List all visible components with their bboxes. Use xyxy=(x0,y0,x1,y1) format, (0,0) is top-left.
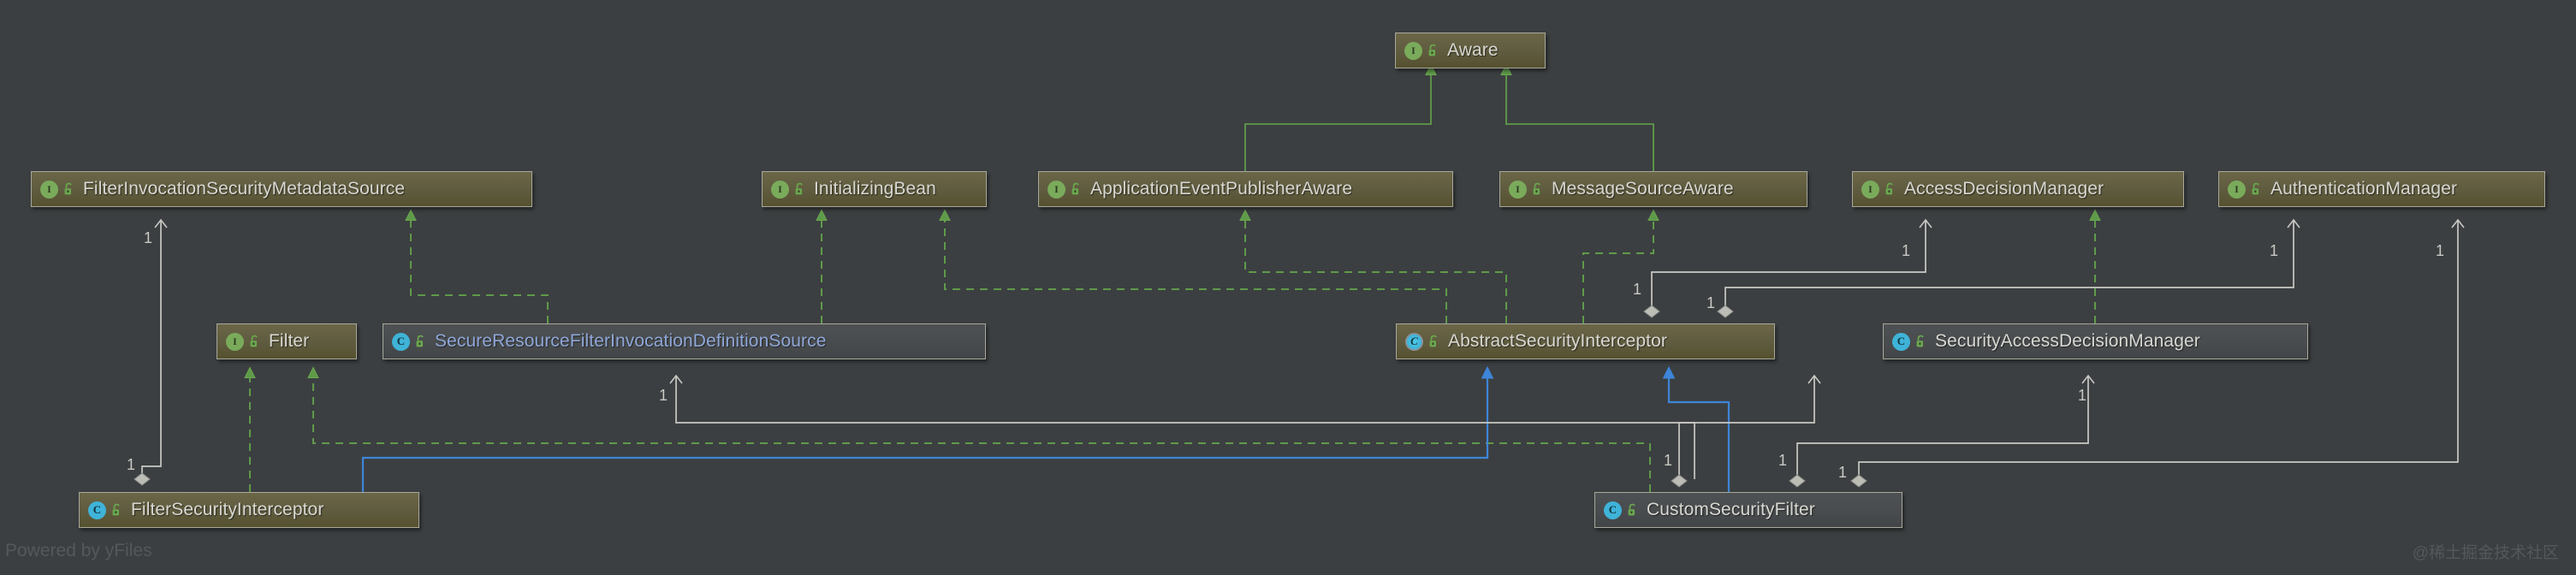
edge-fsi-agg-fism xyxy=(134,218,168,486)
source-watermark: @稀土掘金技术社区 xyxy=(2412,544,2559,562)
unlock-icon xyxy=(1428,44,1436,56)
class-node-aware[interactable]: I Aware xyxy=(1395,33,1546,68)
multiplicity-label: 1 xyxy=(1633,281,1642,298)
unlock-icon xyxy=(1533,182,1540,194)
edge-msa-to-aware xyxy=(1500,63,1654,171)
node-label: FilterInvocationSecurityMetadataSource xyxy=(83,179,406,199)
class-node-initializingbean[interactable]: I InitializingBean xyxy=(762,171,987,207)
unlock-icon xyxy=(1916,335,1924,347)
class-badge-icon: C xyxy=(88,501,106,519)
class-node-filterinvocationsecuritymetadatasource[interactable]: I FilterInvocationSecurityMetadataSource xyxy=(31,171,532,207)
edge-csf-extends-asi xyxy=(1662,365,1730,492)
node-label: Aware xyxy=(1447,40,1499,60)
edge-csf-to-filter xyxy=(307,366,1651,492)
interface-badge-icon: I xyxy=(226,332,244,351)
interface-badge-icon: I xyxy=(771,180,789,199)
abstract-class-badge-icon: C xyxy=(1405,332,1423,351)
multiplicity-label: 1 xyxy=(127,456,136,473)
unlock-icon xyxy=(64,182,72,194)
class-badge-icon: C xyxy=(392,332,410,351)
class-node-filter[interactable]: I Filter xyxy=(217,323,357,359)
edge-asi-to-msa xyxy=(1582,209,1659,323)
edge-csf-agg-sadm xyxy=(1789,374,2095,488)
class-node-messagesourceaware[interactable]: I MessageSourceAware xyxy=(1499,171,1807,207)
interface-badge-icon: I xyxy=(40,180,58,199)
class-node-applicationeventpublisheraware[interactable]: I ApplicationEventPublisherAware xyxy=(1038,171,1453,207)
interface-badge-icon: I xyxy=(1048,180,1065,199)
node-label: ApplicationEventPublisherAware xyxy=(1090,179,1353,199)
node-label: InitializingBean xyxy=(814,179,936,199)
interface-badge-icon: I xyxy=(1861,180,1879,199)
node-label: FilterSecurityInterceptor xyxy=(131,500,324,519)
class-node-filtersecurityinterceptor[interactable]: C FilterSecurityInterceptor xyxy=(79,492,419,528)
class-badge-icon: C xyxy=(1892,332,1910,351)
multiplicity-label: 1 xyxy=(2270,242,2279,259)
edge-asi-agg-authm xyxy=(1717,218,2300,318)
class-node-securityaccessdecisionmanager[interactable]: C SecurityAccessDecisionManager xyxy=(1883,323,2308,359)
edge-asi-agg-adm xyxy=(1643,218,1932,318)
edge-fsi-extends-asi xyxy=(361,365,1494,492)
unlock-icon xyxy=(1071,182,1079,194)
multiplicity-label: 1 xyxy=(1778,452,1788,469)
multiplicity-label: 1 xyxy=(659,387,668,404)
edge-csf-agg-asi xyxy=(1671,374,1821,488)
node-label: Filter xyxy=(269,331,310,351)
edge-fsi-agg-srfids xyxy=(669,374,1695,479)
unlock-icon xyxy=(1429,335,1437,347)
multiplicity-label: 1 xyxy=(2078,387,2087,404)
multiplicity-label: 1 xyxy=(1902,242,1911,259)
unlock-icon xyxy=(250,335,258,347)
unlock-icon xyxy=(1885,182,1893,194)
edge-aepa-to-aware xyxy=(1244,63,1437,171)
node-label: MessageSourceAware xyxy=(1552,179,1734,199)
edge-layer xyxy=(134,63,2465,492)
uml-diagram-canvas: I Aware I FilterInvocationSecurityMetada… xyxy=(0,0,2576,575)
yfiles-watermark: Powered by yFiles xyxy=(5,541,152,560)
class-node-accessdecisionmanager[interactable]: I AccessDecisionManager xyxy=(1852,171,2184,207)
node-label: AccessDecisionManager xyxy=(1904,179,2104,199)
class-node-secureresourcefilterinvocationdefinitionsource[interactable]: C SecureResourceFilterInvocationDefiniti… xyxy=(383,323,986,359)
class-node-abstractsecurityinterceptor[interactable]: C AbstractSecurityInterceptor xyxy=(1396,323,1775,359)
node-label: AbstractSecurityInterceptor xyxy=(1448,331,1667,351)
node-label: AuthenticationManager xyxy=(2270,179,2458,199)
multiplicity-label: 1 xyxy=(2436,242,2445,259)
edge-srfids-to-fism xyxy=(405,209,549,323)
class-node-customsecurityfilter[interactable]: C CustomSecurityFilter xyxy=(1594,492,1902,528)
edge-asi-to-aepa xyxy=(1239,209,1507,323)
multiplicity-label: 1 xyxy=(1664,452,1673,469)
node-label: SecurityAccessDecisionManager xyxy=(1935,331,2200,351)
unlock-icon xyxy=(416,335,424,347)
unlock-icon xyxy=(1628,503,1635,515)
multiplicity-label: 1 xyxy=(144,229,153,246)
unlock-icon xyxy=(795,182,803,194)
class-badge-icon: C xyxy=(1604,501,1622,519)
unlock-icon xyxy=(2252,182,2259,194)
multiplicity-label: 1 xyxy=(1706,294,1716,311)
interface-badge-icon: I xyxy=(2228,180,2246,199)
unlock-icon xyxy=(112,503,120,515)
interface-badge-icon: I xyxy=(1509,180,1527,199)
interface-badge-icon: I xyxy=(1404,41,1422,60)
multiplicity-label: 1 xyxy=(1838,464,1848,481)
node-label: CustomSecurityFilter xyxy=(1647,500,1815,519)
edge-asi-to-initbean xyxy=(939,209,1447,323)
class-node-authenticationmanager[interactable]: I AuthenticationManager xyxy=(2218,171,2545,207)
node-label: SecureResourceFilterInvocationDefinition… xyxy=(435,331,827,351)
